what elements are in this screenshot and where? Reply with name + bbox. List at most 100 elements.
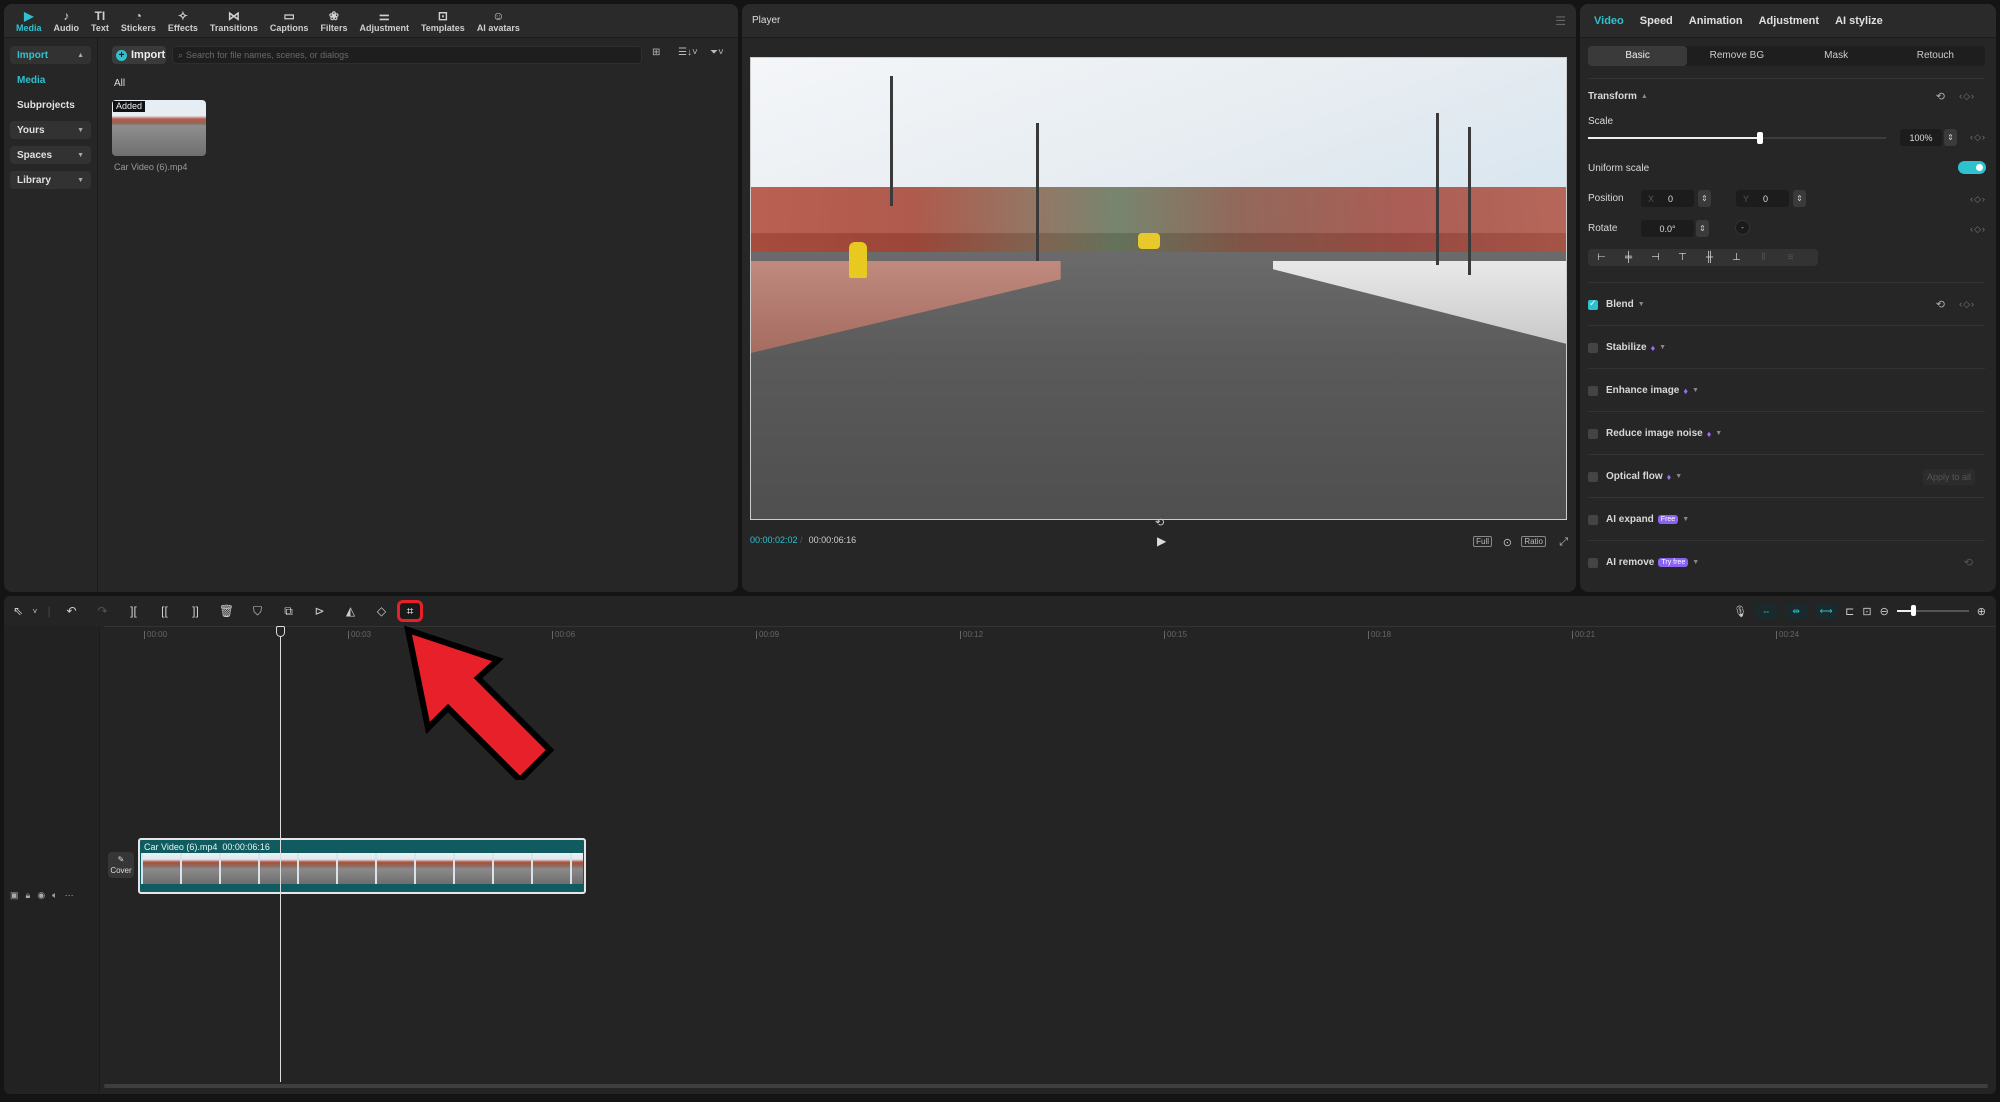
preview-axis-icon[interactable]: ⊏ — [1845, 605, 1854, 618]
optical-flow-checkbox[interactable] — [1588, 471, 1598, 482]
track-toggle-icon[interactable]: ▣ — [10, 890, 19, 901]
tab-transitions[interactable]: ⋈ Transitions — [204, 4, 264, 38]
video-clip[interactable]: Car Video (6).mp4 00:00:06:16 — [138, 838, 586, 894]
subtab-retouch[interactable]: Retouch — [1886, 46, 1985, 66]
full-button[interactable]: Full — [1473, 536, 1492, 547]
menu-icon[interactable]: ☰ — [1555, 14, 1566, 28]
zoom-in-icon[interactable]: ⊕ — [1977, 605, 1986, 618]
chevron-down-icon[interactable]: ▼ — [1638, 301, 1645, 308]
enhance-image-checkbox[interactable] — [1588, 385, 1598, 396]
reset-icon[interactable]: ⟲ — [1964, 556, 1973, 569]
freeze-icon[interactable]: ⧉ — [273, 604, 304, 619]
tab-effects[interactable]: ✧ Effects — [162, 4, 204, 38]
crop-button[interactable]: ⌗ — [397, 600, 423, 622]
zoom-out-icon[interactable]: ⊖ — [1880, 605, 1889, 618]
reset-icon[interactable]: ⟲ — [1936, 298, 1945, 311]
tab-filters[interactable]: ❀ Filters — [314, 4, 353, 38]
align-top-icon[interactable]: ⊤ — [1669, 252, 1696, 263]
sidebar-import[interactable]: Import ▲ — [10, 46, 91, 64]
lock-icon[interactable]: 🔒︎ — [26, 890, 31, 901]
tab-stickers[interactable]: ◔ Stickers — [115, 4, 162, 38]
screenshot-icon[interactable]: ⊙ — [1503, 536, 1512, 549]
scale-slider-handle[interactable] — [1757, 132, 1764, 144]
timeline-ruler[interactable]: 00:00 00:03 00:06 00:09 00:12 00:15 00:18 00:21… — [104, 626, 1996, 642]
keyframe-icon[interactable]: ‹◇› — [1970, 132, 1986, 143]
scale-slider[interactable] — [1588, 132, 1886, 144]
tab-audio[interactable]: ♪ Audio — [48, 4, 86, 38]
playhead-handle[interactable] — [276, 626, 285, 637]
rotate-dial[interactable]: - — [1735, 220, 1750, 235]
media-item-thumbnail[interactable]: Added — [112, 100, 206, 156]
reset-icon[interactable]: ⟲ — [1936, 90, 1945, 103]
chevron-down-icon[interactable]: ▼ — [1692, 387, 1699, 394]
tab-ai-avatars[interactable]: ☺ AI avatars — [471, 4, 526, 38]
timeline-zoom-slider[interactable] — [1896, 605, 1969, 616]
tab-video[interactable]: Video — [1586, 15, 1632, 27]
sidebar-media[interactable]: Media — [10, 71, 91, 89]
tab-adjustment[interactable]: Adjustment — [1751, 15, 1828, 27]
blend-checkbox[interactable] — [1588, 298, 1598, 310]
align-middle-icon[interactable]: ╫ — [1696, 252, 1723, 263]
scale-value[interactable]: 100% — [1900, 129, 1942, 146]
keyframe-icon[interactable]: ‹◇› — [1970, 194, 1986, 205]
select-tool-icon[interactable]: ⇖ — [8, 604, 28, 618]
cover-button[interactable]: ✎ Cover — [108, 852, 134, 878]
tab-text[interactable]: TI Text — [85, 4, 115, 38]
position-y-field[interactable]: Y0 — [1736, 190, 1789, 207]
ai-expand-checkbox[interactable] — [1588, 514, 1598, 525]
chevron-down-icon[interactable]: ▼ — [1715, 430, 1722, 437]
split-icon[interactable]: ][ — [118, 604, 149, 618]
play-button[interactable]: ▶ — [1157, 534, 1166, 548]
split-right-icon[interactable]: ]] — [180, 604, 211, 618]
stabilize-checkbox[interactable] — [1588, 342, 1598, 353]
rotate-field[interactable]: 0.0° — [1641, 220, 1694, 237]
timeline-scrollbar[interactable] — [104, 1084, 1988, 1088]
uniform-scale-toggle[interactable] — [1958, 161, 1986, 174]
rotate-stepper[interactable]: ⇕ — [1696, 220, 1709, 237]
reduce-noise-checkbox[interactable] — [1588, 428, 1598, 439]
sidebar-library[interactable]: Library ▼ — [10, 171, 91, 189]
split-left-icon[interactable]: [[ — [149, 604, 180, 618]
tab-media[interactable]: ▶ Media — [10, 4, 48, 38]
tab-templates[interactable]: ⊡ Templates — [415, 4, 471, 38]
apply-to-all-button[interactable]: Apply to all — [1922, 468, 1975, 485]
sidebar-subprojects[interactable]: Subprojects — [10, 96, 91, 114]
position-y-stepper[interactable]: ⇕ — [1793, 190, 1806, 207]
grid-view-icon[interactable]: ⊞ — [652, 47, 660, 58]
keyframe-icon[interactable]: ‹◇› — [1970, 224, 1986, 235]
position-x-stepper[interactable]: ⇕ — [1698, 190, 1711, 207]
search-input[interactable]: ⌕ Search for file names, scenes, or dialo… — [172, 46, 642, 64]
subtab-mask[interactable]: Mask — [1787, 46, 1886, 66]
tab-animation[interactable]: Animation — [1681, 15, 1751, 27]
main-track-magnet-icon[interactable]: ⇔ — [1755, 603, 1778, 619]
chevron-down-icon[interactable]: ▼ — [1659, 344, 1666, 351]
align-right-icon[interactable]: ⊣ — [1642, 252, 1669, 263]
chevron-down-icon[interactable]: ▼ — [1675, 473, 1682, 480]
reverse-icon[interactable]: ⊳ — [304, 604, 335, 618]
subtab-basic[interactable]: Basic — [1588, 46, 1688, 66]
align-center-h-icon[interactable]: ╪ — [1615, 252, 1642, 263]
chevron-down-icon[interactable]: ▼ — [1692, 559, 1699, 566]
import-button[interactable]: + Import — [112, 46, 166, 64]
auto-snap-icon[interactable]: ⇹ — [1785, 603, 1808, 619]
keyframe-icon[interactable]: ‹◇› — [1959, 299, 1975, 310]
delete-icon[interactable]: 🗑 — [211, 604, 242, 618]
sort-icon[interactable]: ☰↓˅ — [678, 47, 698, 58]
mirror-icon[interactable]: ◭ — [335, 604, 366, 618]
tab-adjustment[interactable]: ⚌ Adjustment — [353, 4, 415, 38]
ai-remove-checkbox[interactable] — [1588, 557, 1598, 568]
playhead-line[interactable] — [280, 626, 281, 1082]
sidebar-spaces[interactable]: Spaces ▼ — [10, 146, 91, 164]
microphone-icon[interactable]: 🎙 — [1733, 605, 1747, 618]
zoom-fit-icon[interactable]: ⊡ — [1862, 605, 1871, 618]
position-x-field[interactable]: X0 — [1641, 190, 1694, 207]
undo-icon[interactable]: ↶ — [56, 604, 87, 618]
more-icon[interactable]: ⋯ — [65, 890, 74, 901]
marker-icon[interactable]: ⛉ — [242, 604, 273, 619]
rotate-icon[interactable]: ◇ — [366, 604, 397, 618]
fullscreen-icon[interactable]: ⤢ — [1559, 536, 1568, 549]
tab-ai-stylize[interactable]: AI stylize — [1827, 15, 1891, 27]
keyframe-icon[interactable]: ‹◇› — [1959, 91, 1975, 102]
ratio-button[interactable]: Ratio — [1521, 536, 1546, 547]
align-left-icon[interactable]: ⊢ — [1588, 252, 1615, 263]
